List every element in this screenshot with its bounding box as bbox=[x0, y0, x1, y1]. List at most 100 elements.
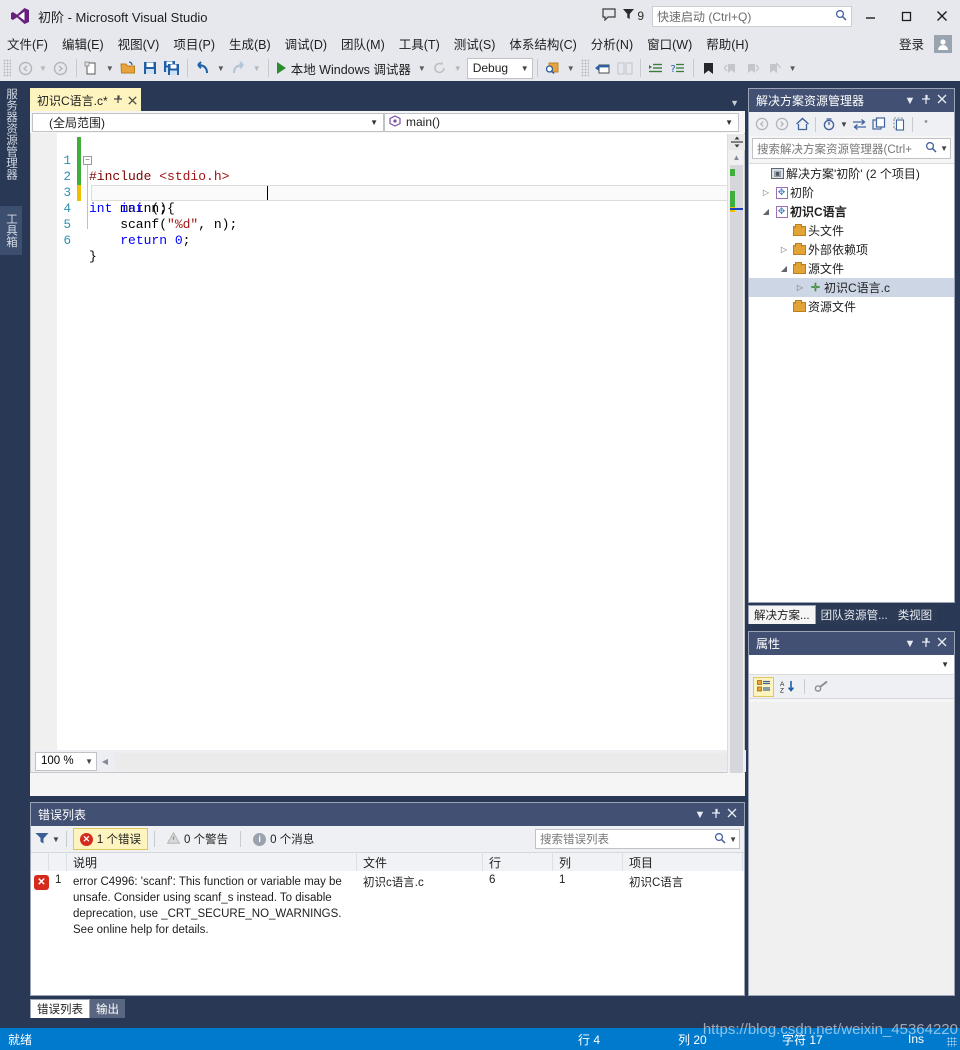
new-item-icon[interactable] bbox=[81, 57, 103, 79]
restart-icon[interactable] bbox=[429, 57, 451, 79]
menu-item-edit[interactable]: 编辑(E) bbox=[55, 32, 111, 55]
pending-changes-icon[interactable] bbox=[819, 114, 839, 134]
alphabetical-sort-icon[interactable]: AZ bbox=[777, 677, 798, 697]
column-header-severity[interactable] bbox=[31, 852, 49, 873]
bookmark-icon[interactable] bbox=[698, 57, 720, 79]
properties-object-selector[interactable]: ▼ bbox=[749, 655, 954, 675]
expander-icon[interactable]: ◢ bbox=[759, 207, 773, 216]
previous-bookmark-icon[interactable] bbox=[720, 57, 742, 79]
sign-in-link[interactable]: 登录 bbox=[889, 34, 934, 53]
tab-output[interactable]: 输出 bbox=[90, 999, 125, 1018]
menu-item-architecture[interactable]: 体系结构(C) bbox=[502, 32, 583, 55]
warnings-filter-chip[interactable]: 0 个警告 bbox=[161, 829, 234, 849]
properties-grid[interactable] bbox=[749, 702, 954, 995]
table-row[interactable]: ✕ 1 error C4996: 'scanf': This function … bbox=[31, 871, 744, 938]
code-line[interactable]: 6 } bbox=[31, 217, 744, 264]
menu-item-test[interactable]: 测试(S) bbox=[447, 32, 503, 55]
increase-indent-icon[interactable] bbox=[645, 57, 667, 79]
code-editor[interactable]: 1 #include <stdio.h> 2 − int main(){ 3 i… bbox=[30, 133, 746, 773]
expander-icon[interactable]: ▷ bbox=[777, 245, 791, 254]
menu-item-tools[interactable]: 工具(T) bbox=[392, 32, 447, 55]
start-debugging-dropdown[interactable]: ▼ bbox=[415, 64, 429, 73]
scope-combo[interactable]: (全局范围) ▼ bbox=[32, 112, 384, 132]
undo-icon[interactable] bbox=[192, 57, 214, 79]
close-icon[interactable] bbox=[934, 637, 950, 650]
minimize-button[interactable] bbox=[852, 0, 888, 32]
undo-dropdown[interactable]: ▼ bbox=[214, 64, 228, 73]
compare-icon[interactable] bbox=[614, 57, 636, 79]
error-list-rows[interactable]: ✕ 1 error C4996: 'scanf': This function … bbox=[31, 871, 744, 995]
toolbar-overflow[interactable]: ▼ bbox=[786, 64, 800, 73]
menu-item-analyze[interactable]: 分析(N) bbox=[584, 32, 640, 55]
pin-icon[interactable] bbox=[708, 808, 724, 822]
tree-item-project-cshiclang[interactable]: ◢ ✥ 初识C语言 bbox=[749, 202, 954, 221]
forward-icon[interactable] bbox=[772, 114, 792, 134]
code-line-current[interactable]: 4 scanf("%d", n); bbox=[31, 185, 744, 232]
tree-item-project-chujie[interactable]: ▷ ✥ 初阶 bbox=[749, 183, 954, 202]
column-header-index[interactable] bbox=[49, 852, 67, 873]
split-view-icon[interactable] bbox=[728, 134, 745, 150]
code-line[interactable]: 2 − int main(){ bbox=[31, 153, 744, 216]
close-icon[interactable] bbox=[934, 94, 950, 107]
notification-bell[interactable]: 9 bbox=[622, 8, 644, 24]
editor-horizontal-scroll-area[interactable]: 100 % ▼ ◀ bbox=[31, 750, 746, 772]
navigate-back-icon[interactable] bbox=[14, 57, 36, 79]
restart-dropdown[interactable]: ▼ bbox=[451, 64, 465, 73]
solution-tree[interactable]: ▣ 解决方案'初阶' (2 个项目) ▷ ✥ 初阶 ◢ ✥ 初识C语言 头文件 … bbox=[749, 163, 954, 602]
pin-icon[interactable] bbox=[113, 94, 123, 107]
filter-button[interactable]: ▼ bbox=[35, 832, 60, 847]
save-all-icon[interactable] bbox=[161, 57, 183, 79]
chevron-down-icon[interactable]: ▼ bbox=[726, 835, 737, 844]
quick-launch-input[interactable]: 快速启动 (Ctrl+Q) bbox=[652, 5, 852, 27]
back-icon[interactable] bbox=[752, 114, 772, 134]
expander-icon[interactable]: ◢ bbox=[777, 264, 791, 273]
code-line[interactable]: 3 int n; bbox=[31, 169, 744, 216]
pin-icon[interactable] bbox=[918, 637, 934, 651]
tree-item-source-files[interactable]: ◢ 源文件 bbox=[749, 259, 954, 278]
menu-item-help[interactable]: 帮助(H) bbox=[699, 32, 755, 55]
new-window-icon[interactable] bbox=[592, 57, 614, 79]
find-dropdown[interactable]: ▼ bbox=[564, 64, 578, 73]
open-folder-icon[interactable] bbox=[117, 57, 139, 79]
sidebar-tab-toolbox[interactable]: 工具箱 bbox=[0, 206, 22, 255]
account-icon[interactable] bbox=[934, 34, 952, 53]
start-debugging-button[interactable]: 本地 Windows 调试器 bbox=[273, 59, 415, 78]
column-header-project[interactable]: 项目 bbox=[623, 852, 743, 873]
toolbar-grip[interactable] bbox=[580, 59, 589, 77]
solution-configuration-combo[interactable]: Debug ▼ bbox=[466, 57, 533, 79]
horizontal-scrollbar[interactable] bbox=[115, 752, 744, 770]
errors-filter-chip[interactable]: ✕ 1 个错误 bbox=[72, 828, 149, 850]
chevron-down-icon[interactable]: ▼ bbox=[937, 144, 948, 153]
tab-solution-explorer[interactable]: 解决方案... bbox=[748, 605, 816, 624]
messages-filter-chip[interactable]: i 0 个消息 bbox=[247, 829, 320, 849]
menu-item-project[interactable]: 项目(P) bbox=[166, 32, 222, 55]
code-line[interactable]: 5 return 0; bbox=[31, 201, 744, 248]
overflow-chevron-icon[interactable]: ” bbox=[916, 114, 936, 134]
expander-icon[interactable]: ▷ bbox=[793, 283, 807, 292]
menu-item-team[interactable]: 团队(M) bbox=[334, 32, 392, 55]
menu-item-view[interactable]: 视图(V) bbox=[111, 32, 167, 55]
tree-item-header-files[interactable]: 头文件 bbox=[749, 221, 954, 240]
redo-icon[interactable] bbox=[228, 57, 250, 79]
show-all-files-icon[interactable] bbox=[889, 114, 909, 134]
tree-item-source-file-c[interactable]: ▷ ✛ 初识C语言.c bbox=[749, 278, 954, 297]
column-header-column[interactable]: 列 bbox=[553, 852, 623, 873]
tree-item-external-dependencies[interactable]: ▷ 外部依赖项 bbox=[749, 240, 954, 259]
new-item-dropdown[interactable]: ▼ bbox=[103, 64, 117, 73]
property-pages-icon[interactable] bbox=[811, 677, 832, 697]
next-bookmark-icon[interactable] bbox=[742, 57, 764, 79]
vertical-scroll-track[interactable] bbox=[730, 165, 743, 773]
close-icon[interactable] bbox=[724, 808, 740, 821]
collapse-toggle-icon[interactable]: − bbox=[83, 156, 92, 165]
column-header-line[interactable]: 行 bbox=[483, 852, 553, 873]
column-header-description[interactable]: 说明 bbox=[67, 852, 357, 873]
zoom-level-combo[interactable]: 100 % ▼ bbox=[35, 751, 97, 771]
home-icon[interactable] bbox=[792, 114, 812, 134]
tab-team-explorer[interactable]: 团队资源管... bbox=[815, 605, 893, 624]
menu-item-window[interactable]: 窗口(W) bbox=[640, 32, 699, 55]
scroll-left-arrow[interactable]: ◀ bbox=[97, 757, 113, 766]
resize-grip[interactable] bbox=[947, 1037, 957, 1047]
expander-icon[interactable]: ▷ bbox=[759, 188, 773, 197]
tab-error-list[interactable]: 错误列表 bbox=[30, 999, 90, 1018]
editor-vertical-scrollbar[interactable]: ▲ bbox=[727, 134, 745, 773]
